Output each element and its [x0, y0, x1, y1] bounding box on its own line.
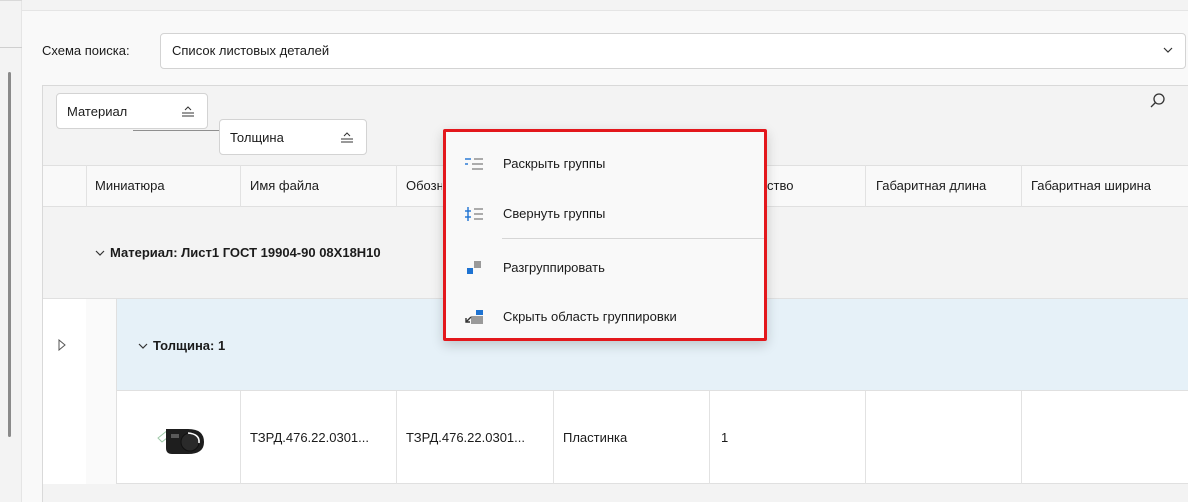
cell-divider: [240, 391, 241, 484]
ungroup-icon: [467, 261, 481, 274]
group-chip-label: Толщина: [230, 130, 284, 145]
cell-quantity: 1: [721, 430, 729, 445]
cell-divider: [1021, 391, 1022, 484]
grid-footer: [43, 484, 1188, 502]
column-divider: [86, 165, 87, 207]
chevron-down-icon[interactable]: [137, 340, 149, 352]
expand-groups-icon: [465, 158, 483, 170]
column-header-quantity[interactable]: ство: [767, 176, 857, 196]
menu-item-collapse-groups[interactable]: Свернуть группы: [446, 194, 764, 234]
column-header-file-name[interactable]: Имя файла: [250, 176, 390, 196]
chevron-down-icon[interactable]: [94, 247, 106, 259]
chevron-down-icon[interactable]: [1160, 42, 1176, 58]
column-divider: [865, 165, 866, 207]
expand-row-icon[interactable]: [56, 339, 68, 351]
context-menu: Раскрыть группы Свернуть группы Разгрупп…: [443, 129, 767, 341]
group-chip-thickness[interactable]: Толщина: [219, 119, 367, 155]
cell-name: Пластинка: [563, 430, 628, 445]
menu-item-label: Разгруппировать: [503, 260, 605, 275]
menu-item-expand-groups[interactable]: Раскрыть группы: [446, 144, 764, 184]
group-label-material: Материал: Лист1 ГОСТ 19904-90 08Х18Н10: [110, 245, 381, 260]
part-thumbnail: [157, 429, 204, 454]
column-header-thumbnail[interactable]: Миниатюра: [95, 176, 235, 196]
search-scheme-label: Схема поиска:: [42, 43, 130, 58]
cell-file-name: ТЗРД.476.22.0301...: [250, 430, 369, 445]
menu-item-hide-grouping-area[interactable]: Скрыть область группировки: [446, 297, 764, 337]
cell-divider: [553, 391, 554, 484]
search-icon[interactable]: [1146, 90, 1170, 114]
menu-item-ungroup[interactable]: Разгруппировать: [446, 248, 764, 288]
cell-designation: ТЗРД.476.22.0301...: [406, 430, 525, 445]
group-connector-line: [133, 130, 220, 131]
cell-divider: [709, 391, 710, 484]
cell-divider: [865, 391, 866, 484]
vertical-scrollbar[interactable]: [8, 72, 11, 437]
sort-icon[interactable]: [181, 105, 195, 119]
sort-icon[interactable]: [340, 131, 354, 145]
group-indent: [86, 299, 117, 484]
menu-item-label: Свернуть группы: [503, 206, 606, 221]
group-chip-material[interactable]: Материал: [56, 93, 208, 129]
search-scheme-value: Список листовых деталей: [172, 43, 330, 58]
column-header-length[interactable]: Габаритная длина: [876, 176, 1016, 196]
collapse-groups-icon: [465, 207, 483, 221]
column-divider: [1021, 165, 1022, 207]
column-header-width[interactable]: Габаритная ширина: [1031, 176, 1187, 196]
menu-separator: [502, 238, 764, 239]
group-label-thickness: Толщина: 1: [153, 338, 226, 353]
menu-item-label: Скрыть область группировки: [503, 309, 677, 324]
column-divider: [240, 165, 241, 207]
cell-divider: [396, 391, 397, 484]
column-header-designation[interactable]: Обозн: [406, 176, 442, 196]
group-chip-label: Материал: [67, 104, 128, 119]
hide-grouping-icon: [465, 310, 483, 324]
left-gutter: [0, 0, 22, 502]
column-divider: [396, 165, 397, 207]
menu-item-label: Раскрыть группы: [503, 156, 606, 171]
